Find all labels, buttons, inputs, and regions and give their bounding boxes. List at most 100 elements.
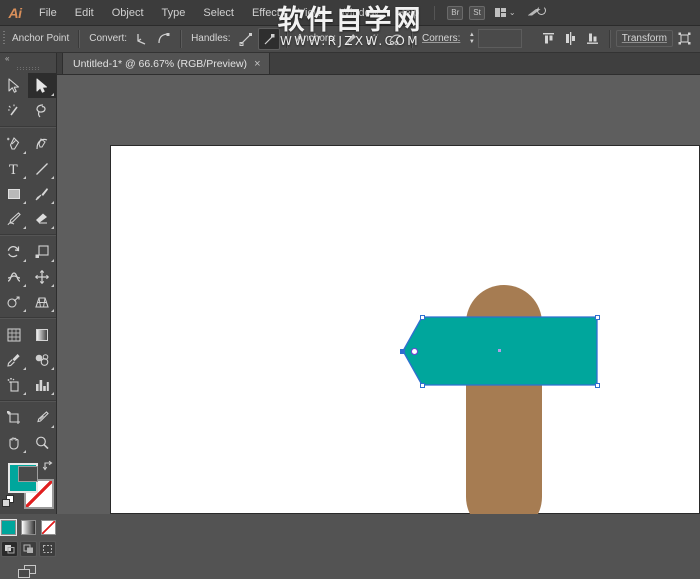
- tool-divider: [0, 234, 56, 236]
- control-bar-grip[interactable]: [0, 25, 8, 52]
- align-bottom-icon[interactable]: [583, 29, 603, 49]
- eyedropper-tool[interactable]: [0, 347, 28, 372]
- arrow-shape[interactable]: [403, 317, 597, 385]
- align-vertical-center-icon[interactable]: [561, 29, 581, 49]
- tool-flyout-indicator: [51, 425, 54, 428]
- tool-flyout-indicator: [23, 226, 26, 229]
- selection-tool[interactable]: [0, 73, 28, 98]
- hide-handles-icon[interactable]: [258, 28, 280, 50]
- arrange-documents-icon[interactable]: ⌄: [495, 8, 516, 17]
- cut-path-icon[interactable]: [385, 29, 405, 49]
- show-handles-icon[interactable]: [236, 29, 256, 49]
- screen-mode-bar: [0, 565, 56, 579]
- menu-select[interactable]: Select: [194, 0, 243, 25]
- rectangle-tool[interactable]: [0, 181, 28, 206]
- tool-divider: [0, 126, 56, 128]
- convert-to-smooth-icon[interactable]: [154, 29, 174, 49]
- draw-normal-mode-button[interactable]: [1, 541, 18, 557]
- tools-panel-grip[interactable]: [0, 64, 56, 73]
- draw-mode-bar: [0, 541, 56, 557]
- corners-label: Corners:: [418, 33, 464, 44]
- stepper-down-icon[interactable]: ▼: [469, 40, 475, 45]
- scale-tool[interactable]: [28, 239, 56, 264]
- menu-object[interactable]: Object: [103, 0, 153, 25]
- default-fill-stroke-icon[interactable]: [2, 495, 15, 508]
- close-icon[interactable]: ×: [254, 59, 260, 69]
- eraser-tool[interactable]: [28, 206, 56, 231]
- creative-cloud-libraries-icon[interactable]: [528, 6, 546, 20]
- hand-tool[interactable]: [0, 430, 28, 455]
- tool-flyout-indicator: [23, 284, 26, 287]
- collapse-panel-icon[interactable]: «: [0, 52, 56, 64]
- control-bar: Anchor Point Convert: Handles: Anchors: …: [0, 25, 700, 53]
- tools-panel: «: [0, 52, 57, 514]
- canvas-area[interactable]: [56, 74, 700, 514]
- artboard-tool[interactable]: [0, 405, 28, 430]
- align-top-icon[interactable]: [539, 29, 559, 49]
- document-tab-bar: Untitled-1* @ 66.67% (RGB/Preview) ×: [56, 52, 700, 75]
- divider: [180, 30, 182, 48]
- tool-flyout-indicator: [51, 259, 54, 262]
- paintbrush-tool[interactable]: [28, 181, 56, 206]
- chevron-down-icon: ⌄: [509, 8, 516, 17]
- tool-flyout-indicator: [23, 259, 26, 262]
- curvature-tool[interactable]: [28, 131, 56, 156]
- tool-flyout-indicator: [51, 201, 54, 204]
- tool-flyout-indicator: [51, 284, 54, 287]
- isolate-selected-object-icon[interactable]: [674, 29, 694, 49]
- tool-flyout-indicator: [51, 309, 54, 312]
- menu-type[interactable]: Type: [153, 0, 195, 25]
- gradient-tool[interactable]: [28, 322, 56, 347]
- menu-edit[interactable]: Edit: [66, 0, 103, 25]
- convert-to-corner-icon[interactable]: [132, 29, 152, 49]
- artboard[interactable]: [110, 145, 700, 514]
- tool-flyout-indicator: [23, 176, 26, 179]
- menu-help[interactable]: Help: [388, 0, 429, 25]
- tool-flyout-indicator: [23, 151, 26, 154]
- draw-behind-mode-button[interactable]: [20, 541, 37, 557]
- perspective-grid-tool[interactable]: [28, 289, 56, 314]
- remove-anchor-icon[interactable]: [341, 29, 361, 49]
- document-tab[interactable]: Untitled-1* @ 66.67% (RGB/Preview) ×: [62, 52, 270, 74]
- menu-effect[interactable]: Effect: [243, 0, 289, 25]
- convert-label: Convert:: [85, 33, 131, 44]
- zoom-tool[interactable]: [28, 430, 56, 455]
- stock-button[interactable]: St: [469, 6, 485, 20]
- stepper-up-icon[interactable]: ▲: [469, 33, 475, 38]
- corners-input[interactable]: [478, 29, 522, 48]
- color-mode-button[interactable]: [1, 520, 16, 535]
- control-bar-title: Anchor Point: [8, 33, 73, 44]
- column-graph-tool[interactable]: [28, 372, 56, 397]
- bridge-button[interactable]: Br: [447, 6, 463, 20]
- svg-text:T: T: [9, 163, 18, 177]
- symbol-sprayer-tool[interactable]: [0, 372, 28, 397]
- free-transform-tool[interactable]: [28, 264, 56, 289]
- connect-anchors-icon[interactable]: [363, 29, 383, 49]
- transform-button[interactable]: Transform: [616, 30, 673, 47]
- change-screen-mode-icon[interactable]: [18, 565, 38, 579]
- none-mode-button[interactable]: [41, 520, 56, 535]
- menu-file[interactable]: File: [30, 0, 66, 25]
- tool-flyout-indicator: [51, 176, 54, 179]
- lasso-tool[interactable]: [28, 98, 56, 123]
- corners-stepper[interactable]: ▲ ▼: [466, 30, 477, 48]
- tool-flyout-indicator: [51, 93, 54, 96]
- illustrator-window: Ai File Edit Object Type Select Effect V…: [0, 0, 700, 514]
- direct-selection-tool[interactable]: [28, 73, 56, 98]
- mesh-tool[interactable]: [0, 322, 28, 347]
- draw-inside-mode-button[interactable]: [39, 541, 56, 557]
- type-tool[interactable]: T: [0, 156, 28, 181]
- line-segment-tool[interactable]: [28, 156, 56, 181]
- rotate-tool[interactable]: [0, 239, 28, 264]
- menu-view[interactable]: View: [289, 0, 331, 25]
- width-tool[interactable]: [0, 264, 28, 289]
- tool-flyout-indicator: [51, 226, 54, 229]
- pen-tool[interactable]: [0, 131, 28, 156]
- menu-window[interactable]: Window: [331, 0, 388, 25]
- blend-tool[interactable]: [28, 347, 56, 372]
- shape-builder-tool[interactable]: [0, 289, 28, 314]
- pencil-tool[interactable]: [0, 206, 28, 231]
- gradient-mode-button[interactable]: [21, 520, 36, 535]
- magic-wand-tool[interactable]: [0, 98, 28, 123]
- slice-tool[interactable]: [28, 405, 56, 430]
